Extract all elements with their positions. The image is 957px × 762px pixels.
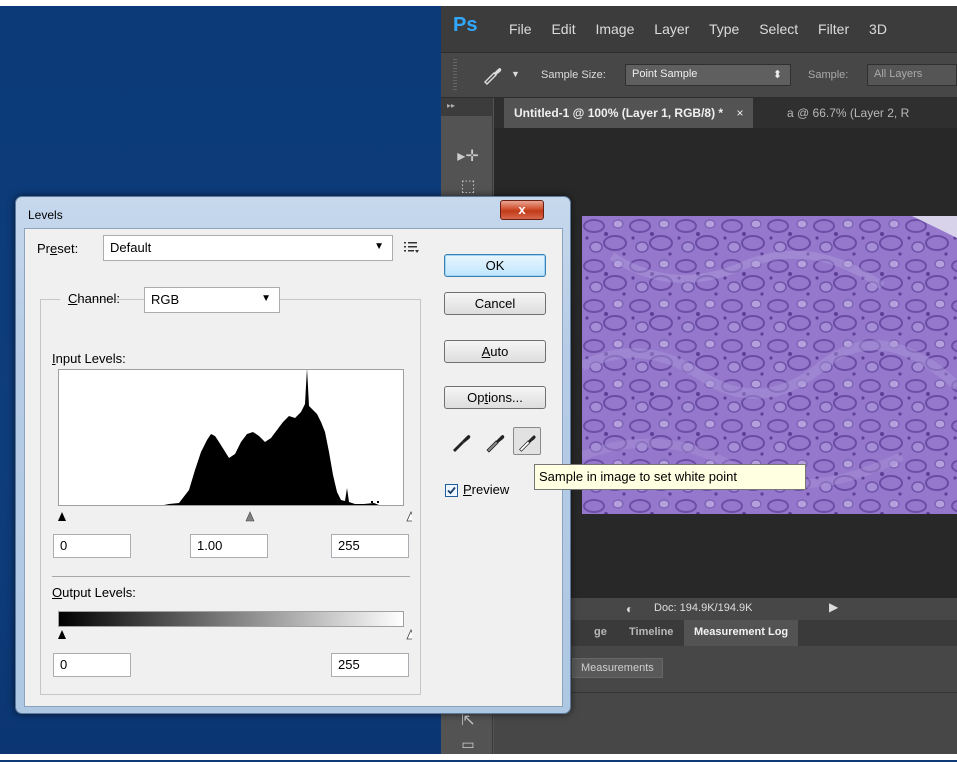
checkmark-icon: [447, 486, 456, 495]
channel-row: Channel: RGB ▼: [60, 287, 280, 313]
tools-collapse-icon[interactable]: ▸▸: [441, 98, 493, 116]
close-button[interactable]: x: [500, 200, 544, 220]
input-slider[interactable]: [52, 509, 416, 522]
auto-button[interactable]: Auto: [444, 340, 546, 363]
output-slider[interactable]: [52, 627, 416, 640]
gray-point-eyedropper-icon[interactable]: [481, 427, 509, 455]
levels-divider: [52, 576, 410, 577]
sample-layers-value: All Layers: [874, 68, 923, 80]
menu-file[interactable]: File: [509, 21, 532, 37]
chevron-down-icon: ▼: [374, 241, 384, 252]
chevron-down-icon: ▼: [261, 293, 271, 304]
options-button[interactable]: Options...: [444, 386, 546, 409]
cancel-button[interactable]: Cancel: [444, 292, 546, 315]
channel-label: Channel:: [68, 291, 121, 306]
doc-size: Doc: 194.9K/194.9K: [654, 602, 753, 614]
photoshop-logo: Ps: [453, 14, 478, 36]
input-levels-label: Input Levels:: [52, 351, 126, 366]
tab-a-label: a @ 66.7% (Layer 2, R: [787, 106, 910, 120]
histogram-graph: [164, 368, 379, 505]
input-black-point-handle[interactable]: [58, 512, 66, 521]
menu-3d[interactable]: 3D: [869, 21, 887, 37]
tool-preset-arrow-icon[interactable]: ▼: [511, 69, 520, 79]
output-gradient-bar: [58, 611, 404, 627]
output-black-field[interactable]: 0: [53, 653, 131, 677]
preview-label[interactable]: Preview: [463, 482, 509, 497]
sample-layers-select[interactable]: All Layers: [867, 64, 957, 86]
updown-arrow-icon: ⬍: [772, 69, 782, 81]
status-menu-arrow-icon[interactable]: ▶: [829, 600, 838, 614]
dialog-body: Preset: Default ▼ Channel: RGB ▼ Input L…: [24, 228, 563, 707]
tab-measurement-log[interactable]: Measurement Log: [684, 620, 799, 646]
dialog-title: Levels: [28, 208, 63, 222]
sample-label: Sample:: [808, 69, 849, 81]
menu-bar: Ps File Edit Image Layer Type Select Fil…: [441, 6, 957, 52]
input-gamma-field[interactable]: 1.00: [190, 534, 268, 558]
status-icon: ◐: [626, 602, 634, 616]
tab-timeline[interactable]: Timeline: [619, 620, 683, 646]
tab-a[interactable]: a @ 66.7% (Layer 2, R: [777, 98, 919, 128]
output-black-handle[interactable]: [58, 630, 66, 639]
histogram: [58, 368, 404, 506]
input-white-field[interactable]: 255: [331, 534, 409, 558]
levels-dialog: Levels x Preset: Default ▼ Channel: RGB …: [15, 196, 571, 714]
sample-size-label: Sample Size:: [541, 69, 606, 81]
white-point-eyedropper-icon[interactable]: [513, 427, 541, 455]
menu-type[interactable]: Type: [709, 21, 739, 37]
tab-close-icon[interactable]: ×: [736, 106, 743, 120]
channel-value: RGB: [151, 292, 180, 307]
sample-size-value: Point Sample: [632, 68, 698, 80]
screen-bottom-edge: [0, 754, 957, 760]
menu-list: File Edit Image Layer Type Select Filter…: [509, 21, 903, 37]
output-white-handle[interactable]: [406, 629, 416, 640]
preset-options-icon[interactable]: [402, 238, 420, 256]
tab-untitled-1[interactable]: Untitled-1 @ 100% (Layer 1, RGB/8) * ×: [504, 98, 754, 128]
options-bar: ▼ Sample Size: Point Sample ⬍ Sample: Al…: [441, 52, 957, 98]
input-white-point-handle[interactable]: [406, 511, 416, 522]
tab-history-partial[interactable]: ge: [584, 620, 617, 646]
channel-select[interactable]: RGB ▼: [144, 287, 280, 313]
black-point-eyedropper-icon[interactable]: [447, 427, 475, 455]
menu-select[interactable]: Select: [759, 21, 798, 37]
record-measurements-button[interactable]: Measurements: [572, 658, 663, 678]
ok-button[interactable]: OK: [444, 254, 546, 277]
input-gamma-handle[interactable]: [245, 511, 255, 522]
menu-edit[interactable]: Edit: [551, 21, 575, 37]
menu-filter[interactable]: Filter: [818, 21, 849, 37]
preset-value: Default: [110, 240, 152, 255]
preset-select[interactable]: Default ▼: [103, 235, 393, 261]
eyedropper-tooltip: Sample in image to set white point: [534, 464, 806, 490]
tab-untitled-1-label: Untitled-1 @ 100% (Layer 1, RGB/8) *: [514, 106, 724, 120]
document-tabs: Untitled-1 @ 100% (Layer 1, RGB/8) * × a…: [494, 98, 957, 128]
sample-size-select[interactable]: Point Sample ⬍: [625, 64, 791, 86]
eyedropper-tool-icon[interactable]: [479, 64, 505, 86]
preview-checkbox[interactable]: [445, 484, 458, 497]
output-white-field[interactable]: 255: [331, 653, 409, 677]
menu-layer[interactable]: Layer: [654, 21, 689, 37]
output-levels-label: Output Levels:: [52, 585, 136, 600]
input-black-field[interactable]: 0: [53, 534, 131, 558]
options-grip[interactable]: [453, 59, 457, 91]
menu-image[interactable]: Image: [595, 21, 634, 37]
move-tool-icon[interactable]: ▸✛: [455, 146, 481, 172]
preset-label: Preset:: [37, 241, 79, 256]
